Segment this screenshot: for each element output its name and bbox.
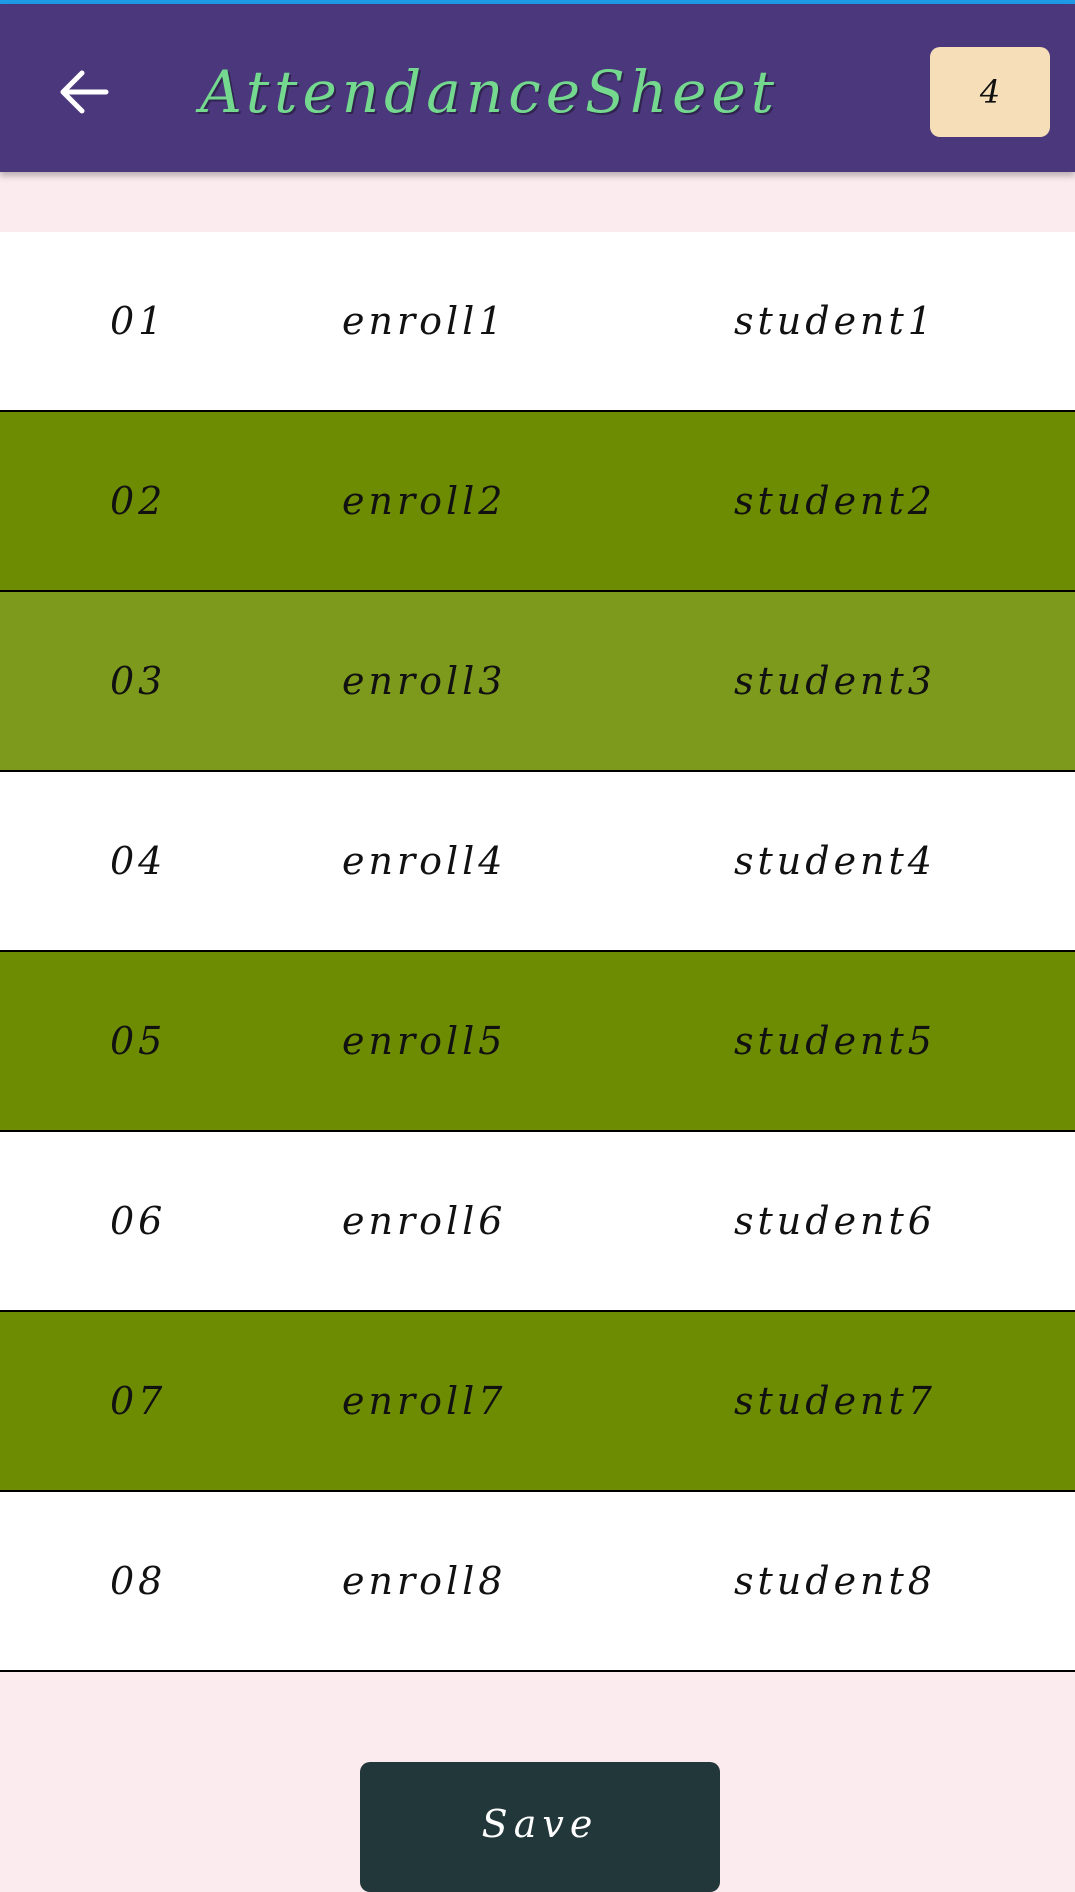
arrow-left-icon <box>60 70 109 114</box>
row-number: 02 <box>110 479 167 523</box>
row-number: 03 <box>110 659 167 703</box>
save-button[interactable]: Save <box>360 1762 720 1892</box>
row-number: 06 <box>110 1199 167 1243</box>
student-name: student1 <box>734 299 936 343</box>
table-row[interactable]: 02 enroll2 student2 <box>0 412 1075 592</box>
attendance-list: 01 enroll1 student1 02 enroll2 student2 … <box>0 232 1075 1672</box>
student-name: student6 <box>734 1199 936 1243</box>
enroll-id: enroll8 <box>342 1559 507 1603</box>
enroll-id: enroll1 <box>342 299 507 343</box>
row-number: 07 <box>110 1379 167 1423</box>
row-number: 01 <box>110 299 167 343</box>
enroll-id: enroll3 <box>342 659 507 703</box>
enroll-id: enroll2 <box>342 479 507 523</box>
row-number: 08 <box>110 1559 167 1603</box>
page-title: AttendanceSheet <box>200 58 780 126</box>
student-name: student5 <box>734 1019 936 1063</box>
table-row[interactable]: 08 enroll8 student8 <box>0 1492 1075 1672</box>
app-bar: AttendanceSheet 4 <box>0 4 1075 172</box>
table-row[interactable]: 07 enroll7 student7 <box>0 1312 1075 1492</box>
student-name: student2 <box>734 479 936 523</box>
table-row[interactable]: 05 enroll5 student5 <box>0 952 1075 1132</box>
student-name: student3 <box>734 659 936 703</box>
student-name: student8 <box>734 1559 936 1603</box>
row-number: 04 <box>110 839 167 883</box>
enroll-id: enroll4 <box>342 839 507 883</box>
row-number: 05 <box>110 1019 167 1063</box>
enroll-id: enroll7 <box>342 1379 507 1423</box>
table-row[interactable]: 03 enroll3 student3 <box>0 592 1075 772</box>
back-button[interactable] <box>52 60 116 124</box>
enroll-id: enroll6 <box>342 1199 507 1243</box>
table-row[interactable]: 04 enroll4 student4 <box>0 772 1075 952</box>
student-name: student7 <box>734 1379 936 1423</box>
table-row[interactable]: 06 enroll6 student6 <box>0 1132 1075 1312</box>
enroll-id: enroll5 <box>342 1019 507 1063</box>
student-name: student4 <box>734 839 936 883</box>
table-row[interactable]: 01 enroll1 student1 <box>0 232 1075 412</box>
count-badge-button[interactable]: 4 <box>930 47 1050 137</box>
